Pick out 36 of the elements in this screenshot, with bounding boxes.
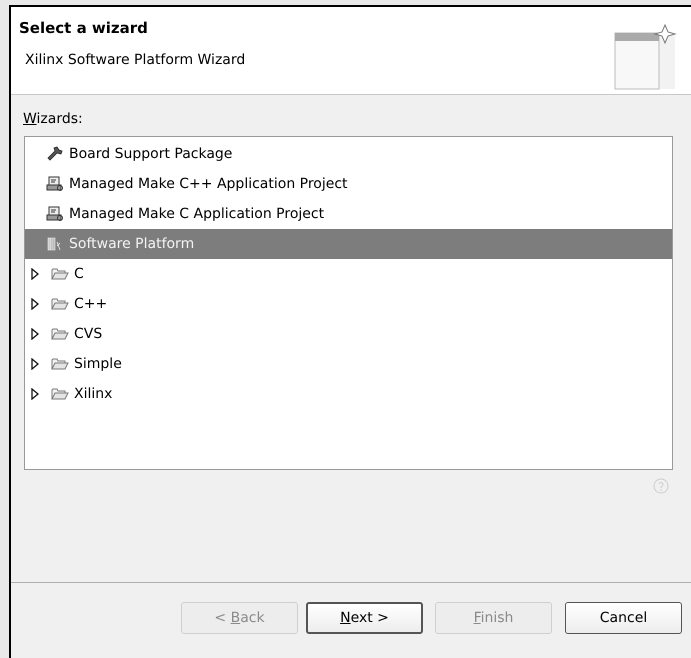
tree-item-label: Board Support Package [69, 144, 232, 164]
tree-item-label: CVS [74, 324, 102, 344]
collapsed-arrow-icon[interactable] [30, 328, 40, 340]
wrench-icon [46, 146, 64, 162]
tree-item[interactable]: Board Support Package [25, 139, 672, 169]
tree-item-label: Managed Make C Application Project [69, 204, 324, 224]
tree-item[interactable]: C [25, 259, 672, 289]
folder-icon [51, 357, 69, 371]
tree-item-label: Simple [74, 354, 122, 374]
page-title: Select a wizard [19, 18, 149, 39]
dialog-button[interactable]: Cancel [565, 602, 682, 634]
collapsed-arrow-icon[interactable] [30, 388, 40, 400]
collapsed-arrow-icon[interactable] [30, 298, 40, 310]
tree-item[interactable]: Software Platform [25, 229, 672, 259]
tree-item[interactable]: Xilinx [25, 379, 672, 409]
project-icon [46, 206, 64, 222]
tree-item[interactable]: Simple [25, 349, 672, 379]
tree-item[interactable]: Managed Make C Application Project [25, 199, 672, 229]
wizards-label: Wizards: [23, 110, 84, 129]
tree-item-label: Software Platform [69, 234, 194, 254]
tree-item-label: C [74, 264, 84, 284]
tree-item-label: C++ [74, 294, 108, 314]
tree-item[interactable]: C++ [25, 289, 672, 319]
collapsed-arrow-icon[interactable] [30, 268, 40, 280]
project-icon [46, 176, 64, 192]
tree-item[interactable]: Managed Make C++ Application Project [25, 169, 672, 199]
collapsed-arrow-icon[interactable] [30, 358, 40, 370]
folder-icon [51, 267, 69, 281]
tree-item-label: Managed Make C++ Application Project [69, 174, 348, 194]
tree-item-label: Xilinx [74, 384, 112, 404]
page-subtitle: Xilinx Software Platform Wizard [25, 50, 246, 70]
folder-icon [51, 387, 69, 401]
folder-icon [51, 327, 69, 341]
folder-icon [51, 297, 69, 311]
dialog-button[interactable]: Next > [306, 602, 423, 634]
tree-item[interactable]: CVS [25, 319, 672, 349]
